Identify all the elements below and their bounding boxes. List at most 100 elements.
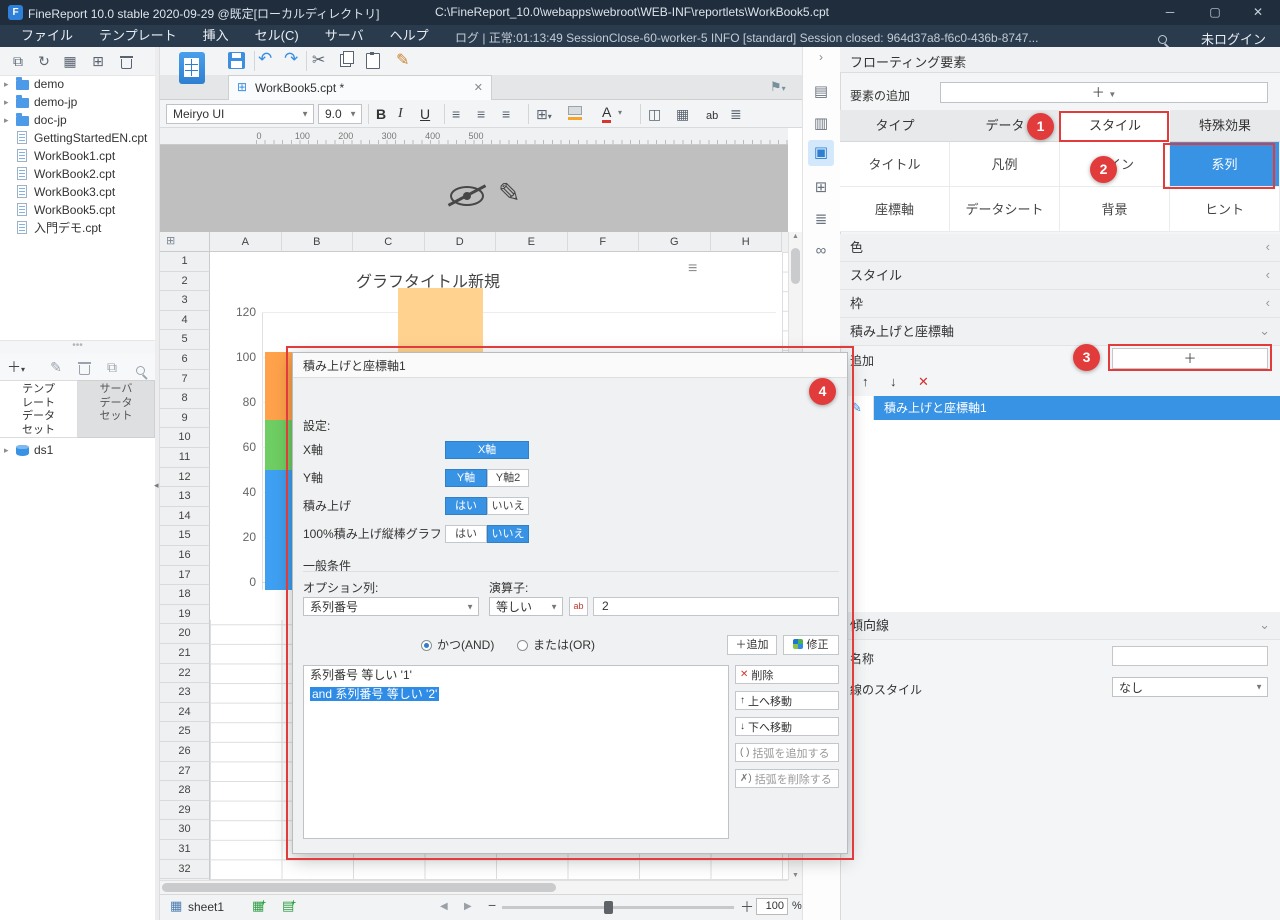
row-header-1[interactable]: 1 [160,252,210,272]
trend-name-input[interactable] [1112,646,1268,666]
zoom-in-icon[interactable]: ＋ [740,897,754,917]
cell-element-icon[interactable]: ▤ [802,82,840,100]
hide-element-icon[interactable] [450,186,484,206]
section-枠[interactable]: 枠 ‹ [840,290,1280,318]
font-family-select[interactable]: Meiryo UI ▼ [166,104,314,124]
widget-settings-icon[interactable]: ⊞ [802,178,840,196]
row-header-16[interactable]: 16 [160,546,210,566]
condition-attributes-icon[interactable]: ≣ [802,210,840,228]
login-status[interactable]: 未ログイン [1201,29,1266,48]
column-header-H[interactable]: H [710,232,782,252]
subtab-タイトル[interactable]: タイトル [840,142,950,187]
row-header-6[interactable]: 6 [160,350,210,370]
cell-attributes-icon[interactable]: ▥ [802,114,840,132]
expand-icon[interactable]: ▸ [4,75,9,93]
prev-sheet-icon[interactable]: ◀ [440,901,448,912]
subtab-座標軸[interactable]: 座標軸 [840,187,950,232]
switch-directory-icon[interactable]: ⧉ [8,51,28,71]
sheet-corner-cell[interactable]: ⊞ [160,232,210,252]
preview-dataset-icon[interactable]: ⧉ [102,357,122,377]
zoom-out-icon[interactable]: − [488,897,496,913]
line-style-select[interactable]: なし ▼ [1112,677,1268,697]
row-header-3[interactable]: 3 [160,291,210,311]
column-header-G[interactable]: G [639,232,711,252]
refresh-icon[interactable]: ↻ [34,51,54,71]
tab-template-datasets[interactable]: テンプ レート データ セット [0,380,78,438]
close-tab-icon[interactable]: ✕ [474,81,483,94]
close-button[interactable]: ✕ [1238,0,1278,25]
cut-icon[interactable]: ✂ [312,50,325,70]
expand-icon[interactable]: ▸ [4,440,9,460]
merge-cells-icon[interactable]: ◫ [648,104,661,124]
tab-list-flag-icon[interactable]: ⚑▾ [770,79,786,95]
tree-item-7[interactable]: WorkBook3.cpt [0,183,155,201]
tree-item-8[interactable]: WorkBook5.cpt [0,201,155,219]
subtab-データシート[interactable]: データシート [950,187,1060,232]
align-center-icon[interactable]: ≡ [477,104,485,124]
menu-item-5[interactable]: サーバ [312,25,377,47]
tab-タイプ[interactable]: タイプ [840,110,950,142]
next-sheet-icon[interactable]: ▶ [464,901,472,912]
row-header-30[interactable]: 30 [160,820,210,840]
row-header-24[interactable]: 24 [160,702,210,723]
row-header-25[interactable]: 25 [160,722,210,742]
stack-axis-list-item-selected[interactable]: 積み上げと座標軸1 [874,396,1280,420]
delete-template-icon[interactable] [116,54,136,74]
align-right-icon[interactable]: ≡ [502,104,510,124]
horizontal-scroll-thumb[interactable] [162,883,556,892]
collapse-panel-icon[interactable]: › [802,50,840,64]
move-down-icon[interactable]: ↓ [890,374,897,389]
dataset-item-ds1[interactable]: ▸ ds1 [0,440,155,460]
row-header-21[interactable]: 21 [160,644,210,664]
sheet-tab-label[interactable]: sheet1 [188,900,224,914]
shrink-text-icon[interactable]: ab [706,106,718,126]
row-header-17[interactable]: 17 [160,565,210,586]
scroll-down-icon[interactable]: ▼ [792,872,799,879]
zoom-slider-track[interactable] [502,906,734,909]
subtab-凡例[interactable]: 凡例 [950,142,1060,187]
row-header-13[interactable]: 13 [160,487,210,507]
maximize-button[interactable]: ▢ [1195,0,1235,25]
row-header-27[interactable]: 27 [160,761,210,782]
menu-item-3[interactable]: 挿入 [190,25,242,47]
subtab-ヒント[interactable]: ヒント [1170,187,1280,232]
chart-menu-icon[interactable]: ≡ [688,260,697,278]
bold-button[interactable]: B [376,104,386,124]
section-trend-line[interactable]: 傾向線 ⌄ [840,612,1280,640]
row-header-32[interactable]: 32 [160,859,210,880]
template-icon[interactable] [179,52,205,84]
menu-item-2[interactable]: テンプレート [86,25,190,47]
tree-item-2[interactable]: ▸ demo-jp [0,93,155,111]
expand-icon[interactable]: ▸ [4,111,9,129]
hyperlink-icon[interactable]: ∞ [802,242,840,259]
menu-item-4[interactable]: セル(C) [242,25,312,47]
minimize-button[interactable]: ─ [1150,0,1190,25]
edit-element-icon[interactable]: ✎ [498,178,521,209]
floating-element-icon-selected[interactable]: ▣ [808,140,834,166]
search-dataset-icon[interactable] [130,360,150,380]
column-header-E[interactable]: E [496,232,568,252]
column-header-C[interactable]: C [353,232,425,252]
section-色[interactable]: 色 ‹ [840,234,1280,262]
row-header-9[interactable]: 9 [160,408,210,429]
row-header-4[interactable]: 4 [160,310,210,331]
subtab-背景[interactable]: 背景 [1060,187,1170,232]
row-header-29[interactable]: 29 [160,800,210,821]
row-header-11[interactable]: 11 [160,448,210,468]
menu-item-1[interactable]: ファイル [8,25,86,47]
section-積み上げと座標軸[interactable]: 積み上げと座標軸 ⌄ [840,318,1280,346]
delete-item-icon[interactable]: ✕ [918,374,929,390]
row-header-19[interactable]: 19 [160,604,210,625]
underline-button[interactable]: U [420,104,430,124]
borders-icon[interactable]: ⊞▾ [536,104,552,127]
move-up-icon[interactable]: ↑ [862,374,869,389]
column-header-B[interactable]: B [281,232,353,252]
row-header-20[interactable]: 20 [160,624,210,644]
horizontal-scrollbar[interactable] [160,880,788,894]
unmerge-cells-icon[interactable]: ▦ [676,104,689,124]
row-header-23[interactable]: 23 [160,683,210,703]
expand-icon[interactable]: ▸ [4,93,9,111]
row-header-15[interactable]: 15 [160,526,210,546]
row-header-8[interactable]: 8 [160,389,210,409]
tree-item-4[interactable]: GettingStartedEN.cpt [0,129,155,147]
